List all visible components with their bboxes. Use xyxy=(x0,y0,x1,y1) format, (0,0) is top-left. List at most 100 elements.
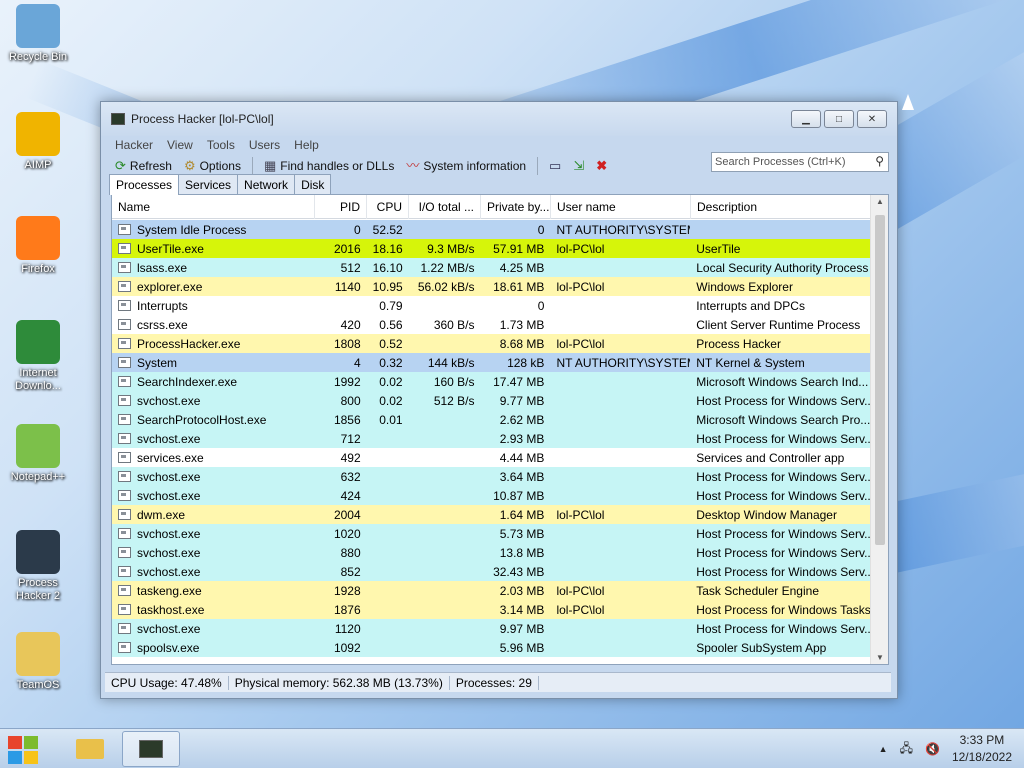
tab-processes[interactable]: Processes xyxy=(109,174,180,195)
table-row[interactable]: csrss.exe 420 0.56 360 B/s 1.73 MB Client Ser… xyxy=(112,315,870,334)
search-processes-input[interactable]: Search Processes (Ctrl+K) ⚲ xyxy=(711,152,889,172)
desktop-icon[interactable]: Notepad++ xyxy=(6,424,70,484)
process-icon xyxy=(118,509,131,520)
process-icon xyxy=(118,452,131,463)
folder-icon xyxy=(16,632,60,676)
process-desc-cell: Windows Explorer xyxy=(696,279,793,294)
tab-disk[interactable]: Disk xyxy=(294,174,332,194)
menu-view[interactable]: View xyxy=(167,138,193,152)
column-user-name[interactable]: User name xyxy=(551,195,691,219)
process-priv-cell: 13.8 MB xyxy=(499,545,545,560)
column-description[interactable]: Description xyxy=(691,195,871,219)
process-pid-cell: 1140 xyxy=(334,279,361,294)
process-priv-cell: 10.87 MB xyxy=(493,488,545,503)
process-rows: System Idle Process 0 52.52 0 NT AUTHORITY\S… xyxy=(112,220,870,657)
process-priv-cell: 18.61 MB xyxy=(493,279,545,294)
terminate-button[interactable]: ✖ xyxy=(592,158,611,174)
table-row[interactable]: UserTile.exe 2016 18.16 9.3 MB/s 57.91 MB lol… xyxy=(112,239,870,258)
table-row[interactable]: explorer.exe 1140 10.95 56.02 kB/s 18.61 MB l… xyxy=(112,277,870,296)
taskbar-process-hacker[interactable] xyxy=(122,731,180,767)
process-cpu-cell: 0.79 xyxy=(379,298,403,313)
desktop-icon[interactable]: Internet Downlo... xyxy=(6,320,70,393)
network-icon[interactable]: 🖧 xyxy=(900,739,913,760)
process-pid-cell: 2016 xyxy=(333,241,361,256)
table-row[interactable]: lsass.exe 512 16.10 1.22 MB/s 4.25 MB Local S… xyxy=(112,258,870,277)
table-row[interactable]: svchost.exe 1120 9.97 MB Host Process for W… xyxy=(112,619,870,638)
table-row[interactable]: svchost.exe 852 32.43 MB Host Process for W… xyxy=(112,562,870,581)
recycle-bin-icon xyxy=(16,4,60,48)
process-desc-cell: Local Security Authority Process xyxy=(696,260,869,275)
window-button[interactable]: ▭ xyxy=(545,158,565,174)
process-cpu-cell: 0.02 xyxy=(379,393,403,408)
table-row[interactable]: taskhost.exe 1876 3.14 MB lol-PC\lol Host Pr… xyxy=(112,600,870,619)
process-name: System Idle Process xyxy=(137,222,247,237)
table-row[interactable]: SearchProtocolHost.exe 1856 0.01 2.62 MB Mic… xyxy=(112,410,870,429)
table-row[interactable]: Interrupts 0.79 0 Interrupts and DPCs xyxy=(112,296,870,315)
table-row[interactable]: svchost.exe 800 0.02 512 B/s 9.77 MB Host Pro… xyxy=(112,391,870,410)
maximize-button[interactable]: □ xyxy=(824,110,854,128)
menu-users[interactable]: Users xyxy=(249,138,280,152)
scrollbar-thumb[interactable] xyxy=(875,215,885,545)
scroll-down-icon[interactable]: ▼ xyxy=(876,653,884,662)
window-title: Process Hacker [lol-PC\lol] xyxy=(131,112,274,126)
desktop-icon[interactable]: Recycle Bin xyxy=(6,4,70,64)
column-io-total[interactable]: I/O total ... xyxy=(409,195,481,219)
desktop-icon[interactable]: TeamOS xyxy=(6,632,70,692)
process-desc-cell: Client Server Runtime Process xyxy=(696,317,861,332)
aimp-icon xyxy=(16,112,60,156)
volume-muted-icon[interactable]: 🔇 xyxy=(925,742,940,756)
process-desc-cell: Spooler SubSystem App xyxy=(696,640,827,655)
process-name-cell: ProcessHacker.exe xyxy=(112,337,315,351)
table-row[interactable]: svchost.exe 632 3.64 MB Host Process for Wi… xyxy=(112,467,870,486)
clock[interactable]: 3:33 PM 12/18/2022 xyxy=(952,732,1012,766)
table-row[interactable]: dwm.exe 2004 1.64 MB lol-PC\lol Desktop Wind… xyxy=(112,505,870,524)
refresh-button[interactable]: ⟳ Refresh xyxy=(111,157,176,175)
target-window-button[interactable]: ⇲ xyxy=(569,158,588,174)
table-row[interactable]: ProcessHacker.exe 1808 0.52 8.68 MB lol-PC\l… xyxy=(112,334,870,353)
taskbar-explorer[interactable] xyxy=(70,731,110,767)
desktop-icon[interactable]: Process Hacker 2 xyxy=(6,530,70,603)
scroll-up-icon[interactable]: ▲ xyxy=(876,197,884,206)
menu-help[interactable]: Help xyxy=(294,138,319,152)
process-user-cell: lol-PC\lol xyxy=(556,602,605,617)
process-desc-cell: Microsoft Windows Search Pro... xyxy=(696,412,870,427)
tab-services[interactable]: Services xyxy=(178,174,239,194)
process-user-cell: NT AUTHORITY\SYSTEM xyxy=(556,355,691,370)
table-row[interactable]: svchost.exe 1020 5.73 MB Host Process for W… xyxy=(112,524,870,543)
show-hidden-icons-icon[interactable]: ▲ xyxy=(879,744,888,754)
process-hacker-icon xyxy=(111,113,125,125)
table-row[interactable]: spoolsv.exe 1092 5.96 MB Spooler SubSystem … xyxy=(112,638,870,657)
table-row[interactable]: services.exe 492 4.44 MB Services and Contr… xyxy=(112,448,870,467)
process-pid-cell: 852 xyxy=(340,564,361,579)
column-name[interactable]: Name xyxy=(112,195,315,219)
desktop-icon[interactable]: Firefox xyxy=(6,216,70,276)
options-button[interactable]: ⚙ Options xyxy=(180,157,245,175)
table-row[interactable]: System 4 0.32 144 kB/s 128 kB NT AUTHORITY\SY… xyxy=(112,353,870,372)
process-name: svchost.exe xyxy=(137,564,201,579)
process-icon xyxy=(118,319,131,330)
process-desc-cell: Host Process for Windows Tasks xyxy=(696,602,870,617)
minimize-button[interactable]: ▁ xyxy=(791,110,821,128)
process-hacker-icon xyxy=(139,740,163,758)
vertical-scrollbar[interactable]: ▲ ▼ xyxy=(870,195,888,664)
desktop-icon[interactable]: AIMP xyxy=(6,112,70,172)
table-row[interactable]: svchost.exe 424 10.87 MB Host Process for W… xyxy=(112,486,870,505)
tab-network[interactable]: Network xyxy=(237,174,296,194)
column-cpu[interactable]: CPU xyxy=(367,195,409,219)
find-handles-button[interactable]: ▦ Find handles or DLLs xyxy=(260,157,398,175)
table-row[interactable]: taskeng.exe 1928 2.03 MB lol-PC\lol Task Sch… xyxy=(112,581,870,600)
table-row[interactable]: SearchIndexer.exe 1992 0.02 160 B/s 17.47 MB… xyxy=(112,372,870,391)
table-row[interactable]: svchost.exe 712 2.93 MB Host Process for Wi… xyxy=(112,429,870,448)
process-priv-cell: 1.73 MB xyxy=(499,317,545,332)
start-button[interactable] xyxy=(6,733,42,765)
window-titlebar[interactable]: Process Hacker [lol-PC\lol] xyxy=(101,102,897,136)
column-private-bytes[interactable]: Private by... xyxy=(481,195,551,219)
column-pid[interactable]: PID xyxy=(315,195,367,219)
process-user-cell: lol-PC\lol xyxy=(556,241,605,256)
table-row[interactable]: System Idle Process 0 52.52 0 NT AUTHORITY\S… xyxy=(112,220,870,239)
system-information-button[interactable]: 〰 System information xyxy=(402,157,530,175)
table-row[interactable]: svchost.exe 880 13.8 MB Host Process for Wi… xyxy=(112,543,870,562)
menu-hacker[interactable]: Hacker xyxy=(115,138,153,152)
menu-tools[interactable]: Tools xyxy=(207,138,235,152)
close-button[interactable]: ✕ xyxy=(857,110,887,128)
